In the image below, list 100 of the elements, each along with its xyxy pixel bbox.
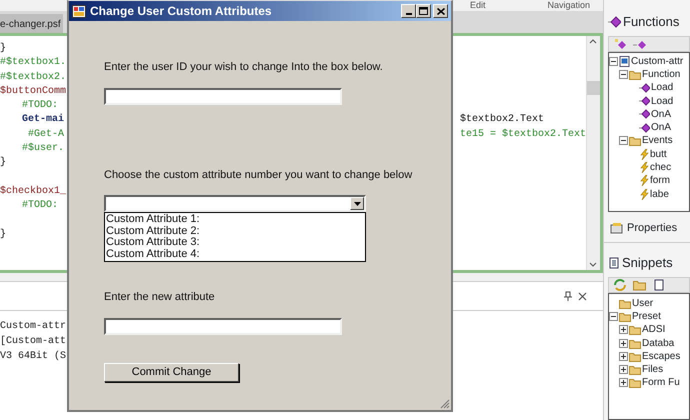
expander-icon[interactable] [609,312,618,321]
output-line: V3 64Bit (S [0,351,66,362]
expander-icon[interactable] [619,136,628,146]
editor-tab[interactable]: e-changer.psf [0,14,63,33]
tree-item[interactable]: OnA [651,120,672,136]
dropdown-option[interactable]: Custom Attribute 1: [106,214,364,226]
code-text: } [0,42,6,56]
diamond-icon [608,16,621,28]
code-text: $checkbox1_ [0,184,66,199]
diamond-icon [639,122,650,133]
dropdown-option[interactable]: Custom Attribute 4: [106,248,364,260]
folder-icon [629,350,641,362]
diamond-icon [639,109,650,120]
close-button[interactable] [433,4,448,18]
folder-icon [629,377,641,388]
lightning-icon [639,188,649,200]
folder-icon [633,278,647,290]
field-label: Enter the user ID your wish to change Into the box below. [104,60,383,75]
tree-item[interactable]: Files [642,362,664,378]
expander-icon[interactable] [619,378,628,388]
minimize-icon [406,13,412,15]
maximize-button[interactable] [416,4,431,18]
tree-item[interactable]: Events [642,133,673,148]
menu-label[interactable]: Navigation [486,0,590,11]
folder-icon [629,324,641,336]
scrollbar-thumb[interactable] [587,81,600,95]
diamond-icon [639,96,650,106]
folder-icon [619,310,631,322]
panel-title: Snippets [622,254,673,272]
expander-icon[interactable] [609,56,618,66]
tree-item[interactable]: OnA [651,106,672,122]
tree-item[interactable]: labe [650,186,669,202]
window-title: Change User Custom Attributes [90,3,273,20]
output-line: [Custom-att [0,336,66,347]
menu-label[interactable]: Edit [470,0,486,11]
document-icon [608,256,620,269]
code-text: te15 = $textbox2.Text [460,128,586,142]
folder-icon [619,298,631,309]
tree-item[interactable]: butt [650,146,667,162]
document-icon [619,56,630,67]
expander-icon[interactable] [619,325,628,334]
resize-grip-icon [440,399,450,409]
folder-icon [629,68,641,80]
field-label: Enter the new attribute [104,290,215,305]
commit-button[interactable]: Commit Change [104,362,239,382]
lightning-icon [639,162,649,174]
tree-item[interactable]: Preset [632,308,661,324]
code-text: #$textbox2. [0,70,66,85]
dropdown-field[interactable] [104,195,366,212]
code-text: #$textbox1. [0,56,66,70]
dropdown-option[interactable]: Custom Attribute 2: [106,226,364,237]
vertical-scrollbar[interactable] [586,36,600,270]
diamond-icon [639,82,650,93]
code-text: #TODO: [22,199,58,214]
output-line: Custom-attr [0,321,66,332]
code-text: #Get-A [28,128,64,142]
tab-label: Properties [627,220,678,236]
code-text: } [0,228,6,242]
close-icon [578,292,587,300]
expander-icon[interactable] [619,70,628,79]
code-text: $buttonComm [0,84,66,99]
tree-item[interactable]: Escapes [642,348,680,364]
expander-icon[interactable] [619,352,628,361]
app-icon [72,4,86,18]
maximize-icon [419,7,428,15]
tree-item[interactable]: User [632,296,654,311]
dropdown-button[interactable] [350,197,364,210]
tree-item[interactable]: form [650,173,670,188]
text-field[interactable] [104,318,342,334]
close-icon [436,8,444,14]
minimize-button[interactable] [401,4,416,18]
code-text: } [0,156,6,170]
folder-icon [629,338,641,349]
panel-title: Functions [623,13,680,31]
refresh-icon [613,278,627,291]
caret-icon [354,202,360,206]
diamond-icon [613,38,627,50]
properties-tab[interactable]: Properties [604,212,690,243]
tree-item[interactable]: chec [650,160,672,176]
dropdown-option[interactable]: Custom Attribute 3: [106,237,364,248]
document-icon [653,278,665,290]
lightning-icon [639,148,649,160]
folder-icon [629,135,641,146]
tree-item[interactable]: Load [651,94,674,109]
tree-item[interactable]: Custom-attr [631,54,684,69]
code-text: #TODO: [22,99,58,114]
tree-item[interactable]: Load [651,80,674,96]
tree-item[interactable]: Databa [642,336,674,351]
tree-item[interactable]: Function [642,66,680,82]
properties-icon [610,222,624,234]
text-field[interactable] [104,88,342,104]
expander-icon[interactable] [619,338,628,348]
code-text: $textbox2.Text [460,113,546,128]
tree-item[interactable]: Form Fu [642,375,680,390]
field-label: Choose the custom attribute number you want to change below [104,168,412,182]
folder-icon [629,364,641,376]
expander-icon[interactable] [619,365,628,374]
code-text: #$user. [22,142,64,156]
tree-item[interactable]: ADSI [642,322,666,338]
code-text: Get-mai [22,113,64,128]
